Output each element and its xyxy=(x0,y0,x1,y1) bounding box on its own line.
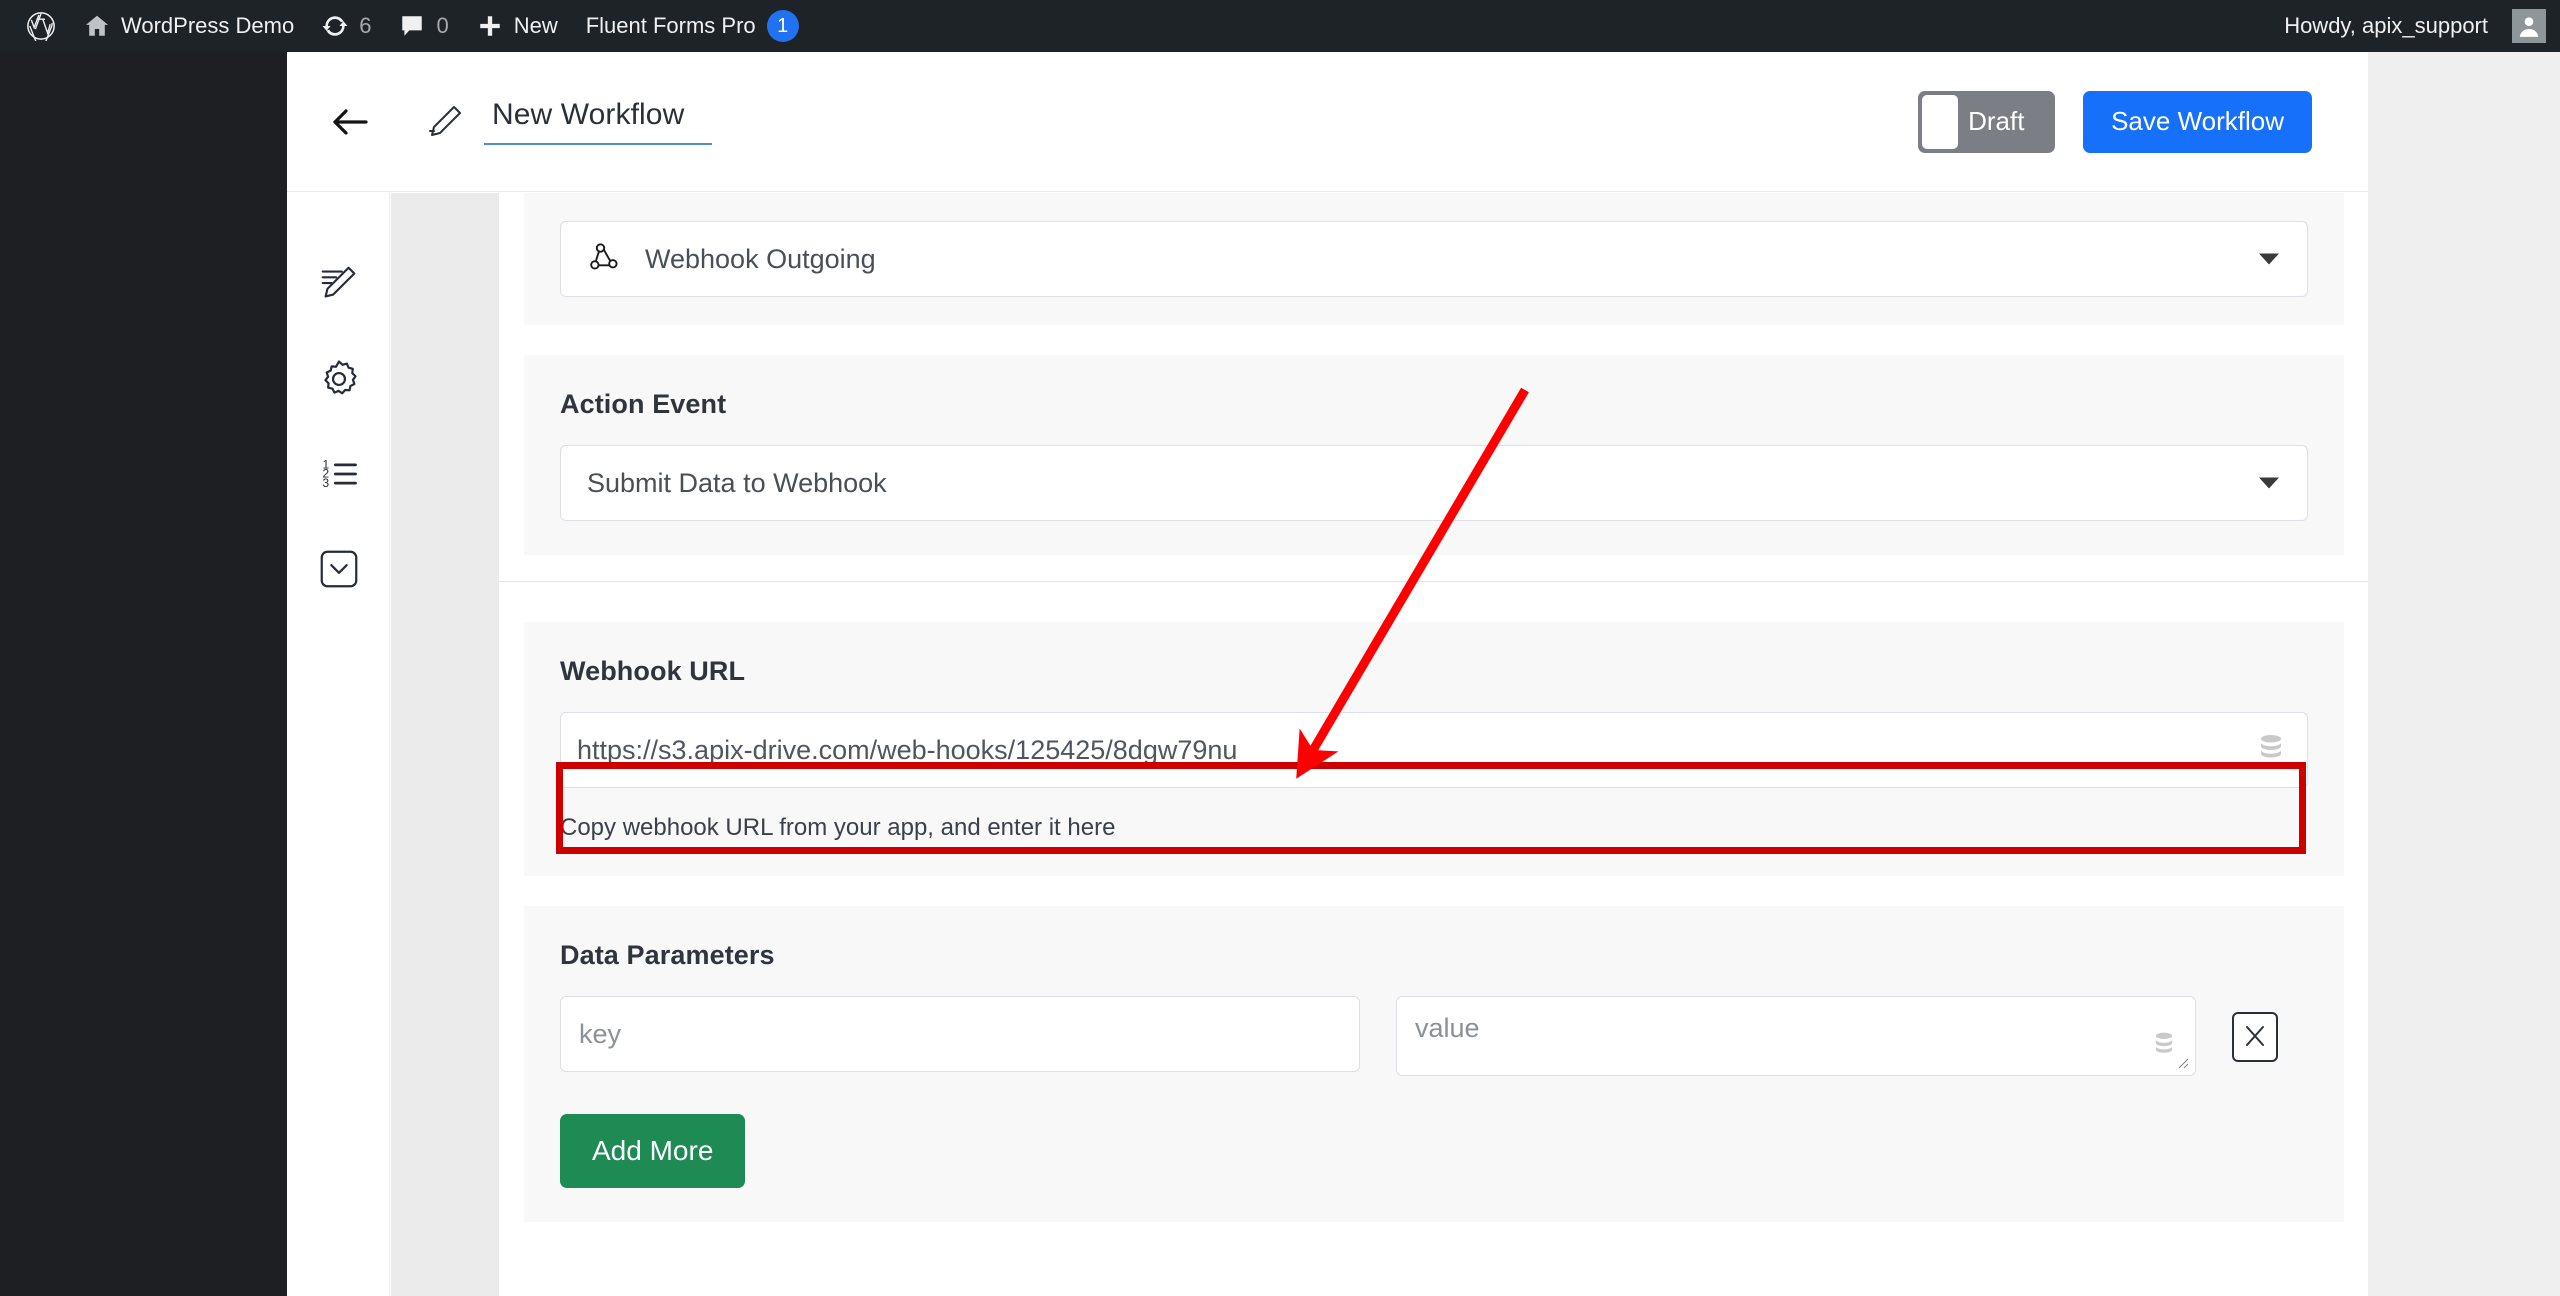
plus-icon xyxy=(477,13,503,39)
fluent-forms-menu[interactable]: Fluent Forms Pro 1 xyxy=(572,0,813,52)
panel-gap xyxy=(499,876,2368,906)
parameter-value-wrap xyxy=(1396,996,2196,1076)
numbered-list-icon: 1 2 3 xyxy=(317,452,361,501)
site-name-label: WordPress Demo xyxy=(121,13,295,38)
app-select-panel: Webhook Outgoing xyxy=(524,193,2344,325)
panel-gap xyxy=(499,582,2368,622)
home-icon xyxy=(84,13,110,39)
my-account-menu[interactable]: Howdy, apix_support xyxy=(2270,0,2546,52)
sidebar-item-steps[interactable]: 1 2 3 xyxy=(287,429,390,524)
panel-gap xyxy=(499,325,2368,355)
app-select-value: Webhook Outgoing xyxy=(645,243,876,274)
webhook-url-help: Copy webhook URL from your app, and ente… xyxy=(560,814,1116,841)
new-content-menu[interactable]: New xyxy=(463,0,572,52)
editor-icon-rail: 1 2 3 xyxy=(287,193,390,1296)
webhook-url-label: Webhook URL xyxy=(560,656,746,686)
edit-note-icon xyxy=(316,261,362,312)
action-event-label: Action Event xyxy=(560,389,727,419)
webhook-url-panel: Webhook URL Copy webhook URL from your a… xyxy=(524,622,2344,876)
action-event-select[interactable]: Submit Data to Webhook xyxy=(560,445,2308,521)
panel-gap xyxy=(499,555,2368,581)
comments-icon xyxy=(399,13,425,39)
page-right-gutter xyxy=(2368,52,2560,1296)
parameter-row xyxy=(560,996,2308,1076)
status-toggle[interactable]: Draft xyxy=(1918,90,2056,153)
webhook-url-input[interactable] xyxy=(560,712,2308,788)
action-event-value: Submit Data to Webhook xyxy=(587,467,887,498)
editor-content: Webhook Outgoing Action Event Submit Dat… xyxy=(499,193,2368,1296)
add-more-button[interactable]: Add More xyxy=(560,1114,746,1188)
wp-admin-bar: WordPress Demo 6 0 New Fluent Forms Pro … xyxy=(0,0,2560,52)
site-name-menu[interactable]: WordPress Demo xyxy=(70,0,308,52)
page-title[interactable]: New Workflow xyxy=(484,98,712,145)
comments-menu[interactable]: 0 xyxy=(385,0,462,52)
chevron-down-box-icon xyxy=(316,546,362,597)
pencil-edit-icon[interactable] xyxy=(424,101,466,143)
data-parameters-label: Data Parameters xyxy=(560,940,775,970)
wordpress-logo-icon xyxy=(26,11,56,41)
toggle-knob xyxy=(1922,94,1959,149)
svg-text:3: 3 xyxy=(322,476,329,490)
workflow-title-group[interactable]: New Workflow xyxy=(424,98,712,145)
rail-spacer xyxy=(391,193,499,1296)
sidebar-item-settings[interactable] xyxy=(287,334,390,429)
new-content-label: New xyxy=(513,13,558,38)
workflow-header: New Workflow Draft Save Workflow xyxy=(287,52,2368,192)
updates-icon xyxy=(322,13,348,39)
howdy-label: Howdy, apix_support xyxy=(2284,13,2488,38)
workflow-editor: New Workflow Draft Save Workflow 1 2 3 W… xyxy=(287,52,2368,1296)
comments-count: 0 xyxy=(436,13,449,38)
parameter-key-input[interactable] xyxy=(560,996,1360,1072)
webhook-url-field-wrap xyxy=(560,712,2308,788)
close-x-icon xyxy=(2242,1023,2268,1052)
webhook-icon xyxy=(587,239,623,280)
updates-menu[interactable]: 6 xyxy=(308,0,385,52)
chevron-down-icon xyxy=(2259,477,2279,489)
avatar xyxy=(2512,9,2546,43)
fluent-forms-badge: 1 xyxy=(766,10,799,42)
back-button[interactable] xyxy=(324,96,376,148)
gear-icon xyxy=(317,357,361,406)
save-workflow-button[interactable]: Save Workflow xyxy=(2083,90,2312,153)
workflow-header-actions: Draft Save Workflow xyxy=(1918,90,2368,153)
sidebar-item-edit[interactable] xyxy=(287,239,390,334)
sidebar-item-collapse[interactable] xyxy=(287,524,390,619)
parameter-value-input[interactable] xyxy=(1396,996,2196,1076)
status-badge: Draft xyxy=(1968,106,2025,136)
fluent-forms-label: Fluent Forms Pro xyxy=(585,13,756,38)
chevron-down-icon xyxy=(2259,253,2279,265)
wp-logo-menu[interactable] xyxy=(12,0,70,52)
updates-count: 6 xyxy=(359,13,372,38)
remove-parameter-button[interactable] xyxy=(2232,1012,2278,1062)
data-parameters-panel: Data Parameters key value Add More xyxy=(524,906,2344,1222)
action-event-panel: Action Event Submit Data to Webhook xyxy=(524,355,2344,555)
app-select[interactable]: Webhook Outgoing xyxy=(560,221,2308,297)
wp-admin-menu-backdrop xyxy=(0,52,287,1296)
